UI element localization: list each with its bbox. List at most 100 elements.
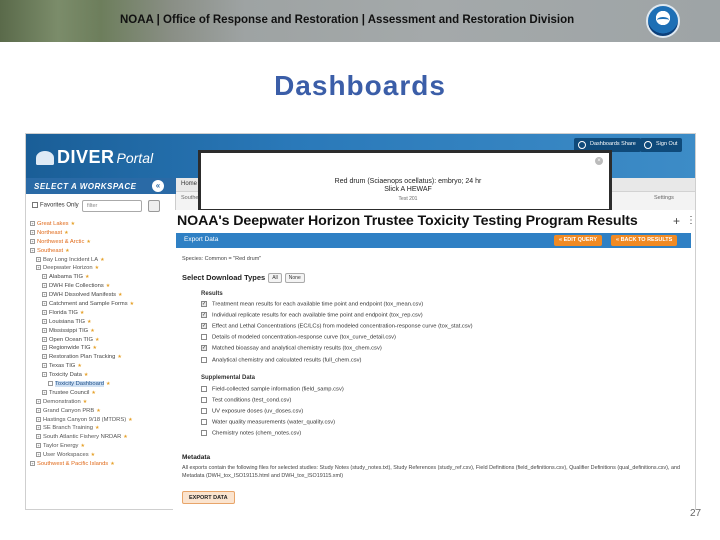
favorite-star-icon[interactable]: ★ <box>92 345 96 351</box>
favorite-star-icon[interactable]: ★ <box>117 354 121 360</box>
tree-item[interactable]: + Great Lakes ★ <box>30 220 176 229</box>
expand-icon[interactable]: + <box>42 372 47 378</box>
tree-item[interactable]: + User Workspaces ★ <box>30 451 176 460</box>
tree-item[interactable]: + Southeast ★ <box>30 247 176 256</box>
download-option[interactable]: ✓ Effect and Lethal Concentrations (EC/LC… <box>201 323 473 333</box>
tree-item[interactable]: + Restoration Plan Tracking ★ <box>30 353 176 362</box>
favorite-star-icon[interactable]: ★ <box>86 239 90 245</box>
sign-out-button[interactable]: Sign Out <box>640 138 683 152</box>
expand-icon[interactable]: + <box>36 452 41 458</box>
favorite-star-icon[interactable]: ★ <box>106 283 110 289</box>
favorite-star-icon[interactable]: ★ <box>130 301 134 307</box>
add-icon[interactable]: + <box>673 214 680 228</box>
favorite-star-icon[interactable]: ★ <box>80 443 84 449</box>
checked-checkbox[interactable]: ✓ <box>201 301 207 307</box>
checkbox[interactable] <box>201 386 207 392</box>
checkbox[interactable] <box>201 408 207 415</box>
select-all-button[interactable]: All <box>268 273 282 284</box>
expand-icon[interactable]: + <box>30 220 35 226</box>
tree-item[interactable]: + South Atlantic Fishery NRDAR ★ <box>30 433 176 442</box>
expand-icon[interactable]: + <box>36 443 41 449</box>
favorite-star-icon[interactable]: ★ <box>64 230 68 236</box>
expand-icon[interactable]: + <box>36 425 41 431</box>
download-option[interactable]: Field-collected sample information (fiel… <box>201 386 344 396</box>
favorite-star-icon[interactable]: ★ <box>87 319 91 325</box>
expand-icon[interactable] <box>48 381 53 386</box>
settings-link[interactable]: Settings <box>654 195 674 201</box>
favorite-star-icon[interactable]: ★ <box>96 408 100 414</box>
filter-input[interactable]: filter <box>82 200 142 212</box>
expand-icon[interactable]: + <box>42 309 47 315</box>
expand-icon[interactable]: + <box>30 229 35 235</box>
expand-icon[interactable]: + <box>42 363 47 369</box>
download-option[interactable]: Analytical chemistry and calculated resu… <box>201 356 362 367</box>
tree-item[interactable]: + DWH Dissolved Manifests ★ <box>30 291 176 300</box>
download-option[interactable]: ✓ Matched bioassay and analytical chemist… <box>201 345 382 355</box>
expand-icon[interactable]: + <box>30 238 35 244</box>
back-to-results-button[interactable]: « BACK TO RESULTS <box>611 235 678 246</box>
expand-icon[interactable]: + <box>42 327 47 333</box>
expand-icon[interactable]: + <box>42 300 47 306</box>
favorites-checkbox[interactable] <box>32 202 38 208</box>
expand-icon[interactable]: + <box>42 336 47 342</box>
export-data-button[interactable]: EXPORT DATA <box>182 491 235 504</box>
expand-icon[interactable]: + <box>42 292 47 298</box>
tree-item[interactable]: + Open Ocean TIG ★ <box>30 336 176 345</box>
tree-item[interactable]: + Demonstration ★ <box>30 398 176 407</box>
tree-item[interactable]: + Taylor Energy ★ <box>30 442 176 451</box>
download-option[interactable]: UV exposure doses (uv_doses.csv) <box>201 408 303 418</box>
tree-item[interactable]: Toxicity Dashboard ★ <box>30 380 176 389</box>
expand-icon[interactable]: + <box>36 407 41 413</box>
collapse-sidebar-button[interactable]: « <box>152 180 164 192</box>
expand-icon[interactable]: + <box>36 398 41 404</box>
favorite-star-icon[interactable]: ★ <box>106 381 110 387</box>
edit-query-button[interactable]: « EDIT QUERY <box>554 235 602 246</box>
tree-item[interactable]: + SE Branch Training ★ <box>30 424 176 433</box>
tree-item[interactable]: + Florida TIG ★ <box>30 309 176 318</box>
expand-icon[interactable]: + <box>30 247 35 253</box>
tree-item[interactable]: + Northwest & Arctic ★ <box>30 238 176 247</box>
close-icon[interactable]: × <box>595 157 603 165</box>
expand-icon[interactable]: + <box>36 434 41 440</box>
more-options-icon[interactable]: ⋮ <box>686 215 695 226</box>
favorite-star-icon[interactable]: ★ <box>110 461 114 467</box>
favorite-star-icon[interactable]: ★ <box>118 292 122 298</box>
tree-item[interactable]: + Regionwide TIG ★ <box>30 344 176 353</box>
tree-item[interactable]: + Toxicity Data ★ <box>30 371 176 380</box>
expand-icon[interactable]: + <box>42 354 47 360</box>
favorite-star-icon[interactable]: ★ <box>128 417 132 423</box>
tree-item[interactable]: + Alabama TIG ★ <box>30 273 176 282</box>
tree-item[interactable]: + Grand Canyon PRB ★ <box>30 407 176 416</box>
checkbox[interactable] <box>201 397 207 404</box>
tree-item[interactable]: + Bay Long Incident LA ★ <box>30 256 176 265</box>
checkbox[interactable] <box>201 419 207 426</box>
favorite-star-icon[interactable]: ★ <box>100 257 104 263</box>
favorite-star-icon[interactable]: ★ <box>90 328 94 334</box>
tree-item[interactable]: + Hastings Canyon 9/18 (MTDRS) ★ <box>30 416 176 425</box>
favorite-star-icon[interactable]: ★ <box>80 310 84 316</box>
select-none-button[interactable]: None <box>284 273 305 284</box>
tree-item[interactable]: + Northeast ★ <box>30 229 176 238</box>
favorite-star-icon[interactable]: ★ <box>84 372 88 378</box>
tree-item[interactable]: + Southwest & Pacific Islands ★ <box>30 460 176 469</box>
expand-icon[interactable]: + <box>42 283 47 289</box>
checkbox[interactable] <box>201 430 207 437</box>
checkbox[interactable] <box>201 356 207 363</box>
checked-checkbox[interactable]: ✓ <box>201 312 207 319</box>
expand-icon[interactable]: + <box>36 256 41 262</box>
expand-icon[interactable]: + <box>42 318 47 324</box>
diver-logo[interactable]: DIVER Portal <box>36 147 153 167</box>
download-option[interactable]: Water quality measurements (water_qualit… <box>201 419 335 429</box>
tree-item[interactable]: + DWH File Collections ★ <box>30 282 176 291</box>
download-option[interactable]: Details of modeled concentration-respons… <box>201 334 396 344</box>
download-option[interactable]: ✓ Treatment mean results for each availab… <box>201 301 423 311</box>
tree-item[interactable]: + Texas TIG ★ <box>30 362 176 371</box>
tree-item[interactable]: + Louisiana TIG ★ <box>30 318 176 327</box>
favorite-star-icon[interactable]: ★ <box>95 337 99 343</box>
favorite-star-icon[interactable]: ★ <box>95 265 99 271</box>
expand-icon[interactable]: + <box>36 416 41 422</box>
favorite-star-icon[interactable]: ★ <box>91 390 95 396</box>
favorite-star-icon[interactable]: ★ <box>83 399 87 405</box>
checked-checkbox[interactable]: ✓ <box>201 323 207 330</box>
checked-checkbox[interactable]: ✓ <box>201 345 207 352</box>
